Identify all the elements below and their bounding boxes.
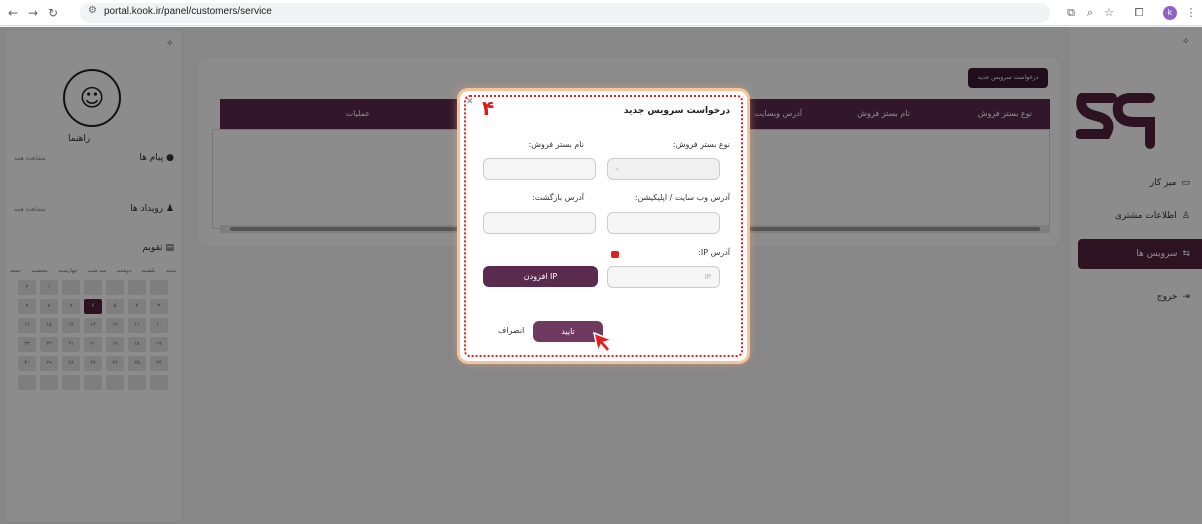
new-service-modal: ✕ ۴ درخواست سرویس جدید نوع بستر فروش: نا… xyxy=(460,91,747,361)
url-text: portal.kook.ir/panel/customers/service xyxy=(104,6,272,17)
platform-type-label: نوع بستر فروش: xyxy=(673,140,730,149)
ip-placeholder: IP xyxy=(704,273,711,281)
browser-toolbar: ← → ↻ ⚙ portal.kook.ir/panel/customers/s… xyxy=(0,0,1202,26)
return-address-input[interactable] xyxy=(483,212,596,234)
cursor-arrow-icon xyxy=(592,331,615,354)
site-info-icon[interactable]: ⚙ xyxy=(88,5,97,16)
bookmark-star-icon[interactable]: ☆ xyxy=(1100,4,1118,22)
forward-icon[interactable]: → xyxy=(24,4,42,22)
modal-title: درخواست سرویس جدید xyxy=(623,106,730,116)
cancel-button[interactable]: انصراف xyxy=(498,326,524,335)
website-input[interactable] xyxy=(607,212,720,234)
chevron-down-icon: ⌄ xyxy=(614,164,620,172)
back-icon[interactable]: ← xyxy=(4,4,22,22)
platform-type-select[interactable]: ⌄ xyxy=(607,158,720,180)
video-help-icon[interactable] xyxy=(611,251,619,258)
return-address-label: آدرس بازگشت: xyxy=(532,193,584,202)
platform-name-input[interactable] xyxy=(483,158,596,180)
reload-icon[interactable]: ↻ xyxy=(44,4,62,22)
cast-icon[interactable]: ⧉ xyxy=(1062,4,1080,22)
close-icon[interactable]: ✕ xyxy=(466,97,474,107)
menu-icon[interactable]: ⋮ xyxy=(1182,4,1200,22)
ip-label: آدرس IP: xyxy=(698,248,730,257)
profile-avatar[interactable]: k xyxy=(1163,6,1177,20)
step-number-annotation: ۴ xyxy=(482,96,495,120)
zoom-icon[interactable]: ⌕ xyxy=(1081,4,1099,22)
platform-name-label: نام بستر فروش: xyxy=(528,140,584,149)
extensions-icon[interactable]: ⧠ xyxy=(1130,4,1148,22)
address-bar[interactable]: ⚙ portal.kook.ir/panel/customers/service xyxy=(80,3,1050,23)
ip-input[interactable]: IP xyxy=(607,266,720,288)
add-ip-button[interactable]: افزودن IP xyxy=(483,266,598,287)
website-label: آدرس وب سایت / اپلیکیشن: xyxy=(634,193,730,202)
